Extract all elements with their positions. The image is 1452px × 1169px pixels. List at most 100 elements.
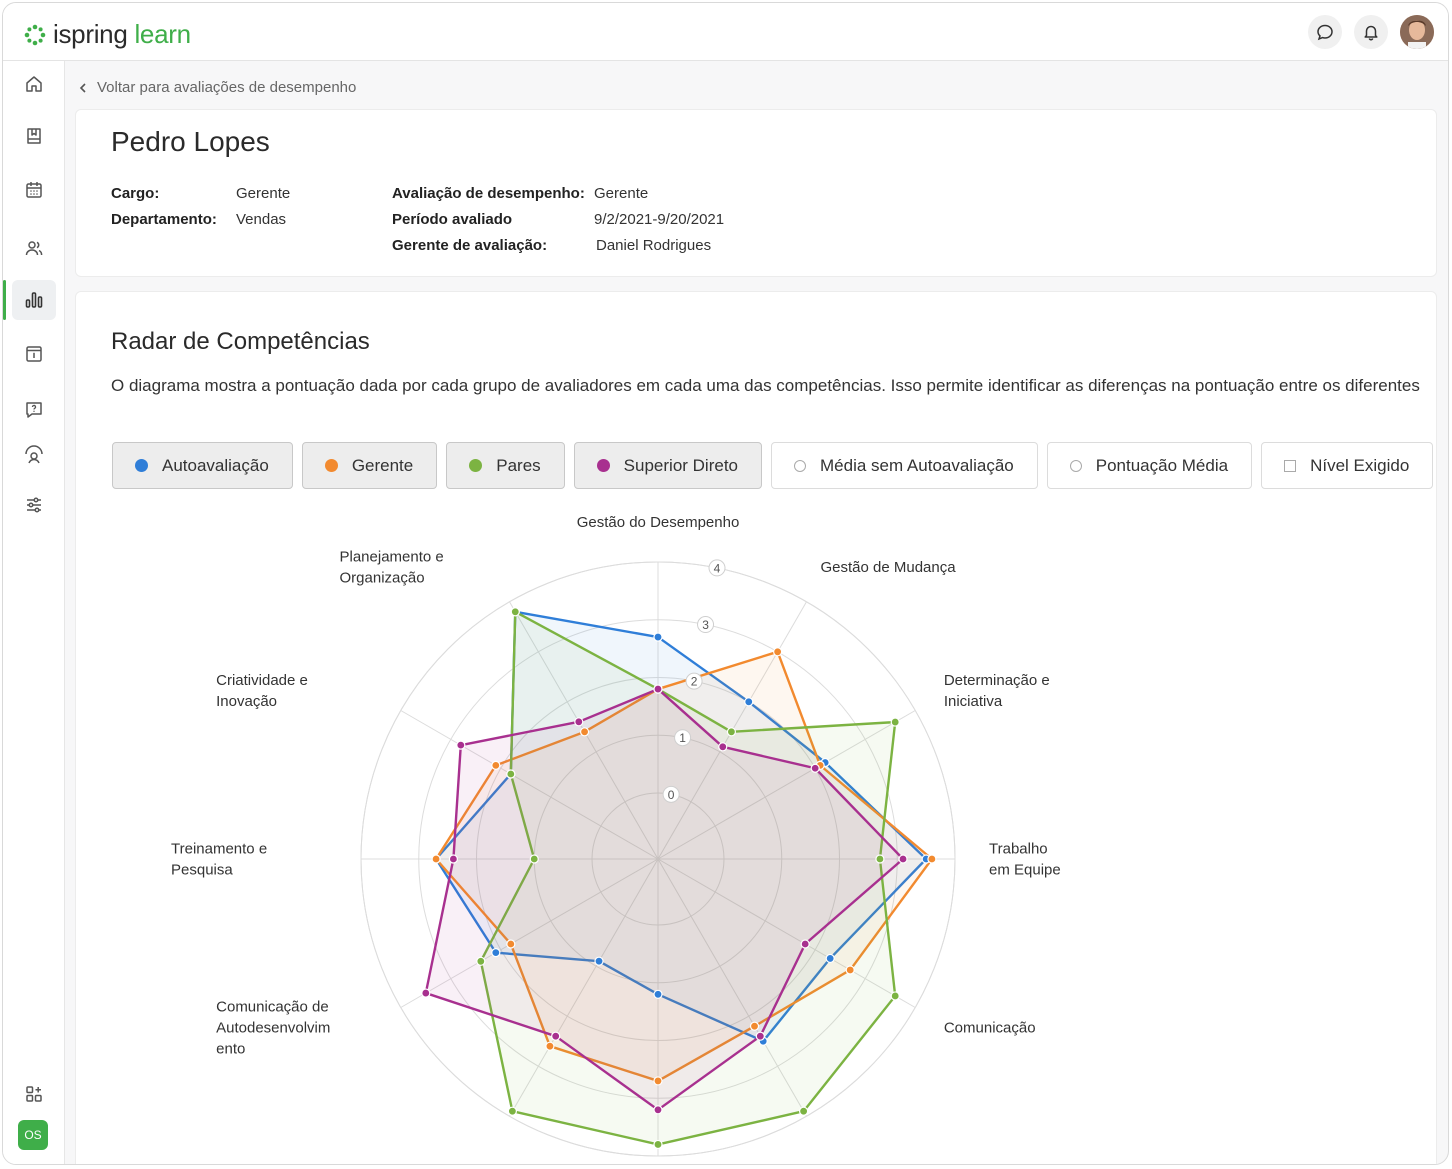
radar-data-point: [448, 854, 458, 864]
radar-data-point: [491, 948, 501, 958]
radar-data-point: [653, 989, 663, 999]
radar-axis-label-line: Treinamento e: [171, 841, 267, 858]
radar-data-point: [799, 1106, 809, 1116]
radar-data-point: [898, 854, 908, 864]
radar-axis-label-line: em Equipe: [989, 862, 1061, 879]
radar-chart: 0 1 2 3 4 Gestão do Desempenho Gestão de Mudan…: [171, 514, 1061, 1157]
cargo-label: Cargo:: [111, 185, 160, 202]
radar-tick-label: 1: [679, 731, 686, 745]
radar-data-point: [718, 742, 728, 752]
radar-axis-label: Planejamento e Organização: [340, 549, 444, 587]
radar-data-point: [726, 727, 737, 737]
radar-data-point: [529, 854, 539, 864]
radar-data-point: [551, 1031, 561, 1041]
user-avatar[interactable]: [1400, 15, 1434, 49]
calendar-icon: [26, 182, 42, 198]
radar-data-point: [744, 697, 754, 707]
radar-data-point: [506, 939, 516, 949]
radar-axis-label-line: Determinação e: [944, 672, 1050, 689]
evaluation-manager-label: Gerente de avaliação:: [392, 237, 548, 254]
radar-axis-label-line: Gestão de Mudança: [821, 559, 957, 576]
department-value: Vendas: [236, 211, 287, 228]
radar-axis-label: Gestão de Mudança: [821, 559, 957, 576]
radar-data-point: [755, 1031, 765, 1041]
radar-data-point: [456, 740, 466, 750]
radar-axis-label-line: ento: [216, 1041, 245, 1058]
sidebar-item-users[interactable]: [12, 228, 56, 268]
notifications-button[interactable]: [1354, 15, 1388, 49]
back-link[interactable]: Voltar para avaliações de desempenho: [79, 79, 356, 96]
sidebar-item-reports[interactable]: [3, 280, 56, 320]
logo-text: ispring learn: [53, 19, 191, 50]
radar-data-point: [476, 956, 486, 966]
evaluation-manager-value: Daniel Rodrigues: [596, 237, 712, 254]
radar-axis-label-line: Trabalho: [989, 841, 1048, 858]
radar-data-point: [421, 988, 431, 998]
top-bar: ispring learn: [3, 3, 1448, 61]
department-label: Departamento:: [111, 211, 217, 228]
competency-radar-card: Radar de Competências O diagrama mostra …: [75, 291, 1437, 1164]
book-icon: [27, 128, 41, 144]
radar-data-point: [927, 854, 937, 864]
employee-name: Pedro Lopes: [111, 126, 270, 157]
chat-button[interactable]: [1308, 15, 1342, 49]
avatar-image: [1400, 15, 1434, 49]
period-value: 9/2/2021-9/20/2021: [594, 211, 725, 228]
radar-data-point: [773, 647, 783, 657]
sidebar-item-courses[interactable]: [12, 116, 56, 156]
radar-data-point: [810, 763, 820, 773]
sidebar-item-calendar[interactable]: [12, 170, 56, 210]
radar-axis-label-line: Comunicação: [944, 1020, 1036, 1037]
radar-data-point: [574, 717, 584, 727]
radar-data-point: [431, 854, 441, 864]
sidebar-item-apps[interactable]: [12, 1074, 56, 1114]
sidebar-item-home[interactable]: [12, 64, 56, 104]
radar-data-point: [653, 684, 663, 694]
radar-tick-label: 4: [714, 561, 721, 575]
radar-data-point: [653, 632, 663, 642]
radar-data-point: [875, 854, 885, 864]
radar-axis-label-line: Organização: [340, 570, 425, 587]
radar-axis-label-line: Inovação: [216, 693, 277, 710]
sidebar-item-settings[interactable]: [12, 485, 56, 525]
radar-axis-label: Gestão do Desempenho: [577, 514, 740, 531]
radar-data-point: [579, 727, 590, 737]
radar-data-point: [491, 760, 501, 770]
radar-data-point: [825, 953, 835, 964]
radar-axis-label: Criatividade e Inovação: [216, 672, 308, 710]
radar-axis-label: Comunicação: [944, 1020, 1036, 1037]
top-actions: [1308, 15, 1434, 49]
user-review-icon: [25, 445, 43, 464]
add-widget-icon: [26, 1086, 42, 1102]
home-icon: [26, 76, 42, 92]
evaluation-label: Avaliação de desempenho:: [392, 185, 585, 202]
ispring-logo-icon: [24, 24, 46, 45]
main-content: Voltar para avaliações de desempenho Ped…: [65, 61, 1448, 1164]
question-chat-icon: [26, 402, 42, 418]
radar-tick-label: 3: [702, 618, 709, 632]
radar-tick-label: 0: [668, 788, 675, 802]
radar-data-point: [594, 956, 604, 966]
sidebar-item-questions[interactable]: [12, 390, 56, 430]
radar-data-point: [507, 1106, 517, 1116]
radar-axis-label: Determinação e Iniciativa: [944, 672, 1050, 710]
sidebar-item-info[interactable]: [12, 334, 56, 374]
radar-data-point: [653, 1139, 663, 1150]
radar-data-point: [845, 965, 855, 975]
chat-icon: [1317, 24, 1333, 41]
employee-info-card: Pedro Lopes Cargo: Gerente Departamento:…: [75, 109, 1437, 277]
app-window: ispring learn OS Voltar para avaliações …: [2, 2, 1449, 1165]
bell-icon: [1364, 25, 1378, 41]
radar-axis-label-line: Criatividade e: [216, 672, 308, 689]
radar-axis-label-line: Autodesenvolvim: [216, 1020, 330, 1037]
radar-axis-label-line: Iniciativa: [944, 693, 1003, 710]
app-logo[interactable]: ispring learn: [23, 19, 191, 50]
logo-word-1: ispring: [53, 19, 128, 49]
user-initials-badge[interactable]: OS: [18, 1120, 48, 1150]
sidebar-item-performance[interactable]: [12, 436, 56, 476]
radar-data-point: [800, 939, 810, 949]
cargo-value: Gerente: [236, 185, 291, 202]
radar-data-point: [506, 769, 516, 779]
radar-data-point: [749, 1021, 760, 1031]
chevron-left-icon: [79, 82, 86, 93]
